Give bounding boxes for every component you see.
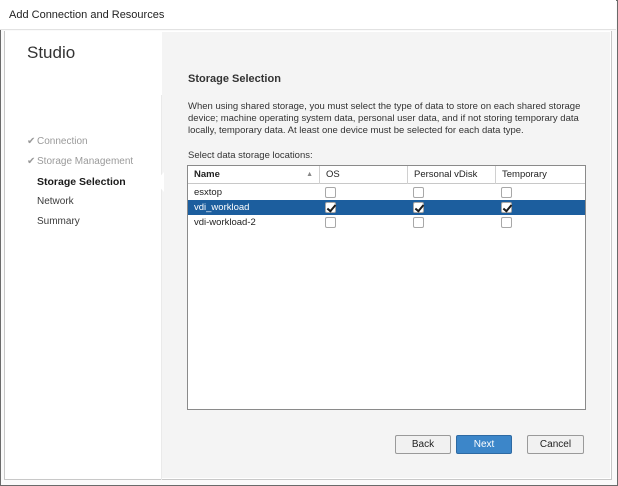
table-row[interactable]: vdi-workload-2 <box>188 215 585 230</box>
wizard-steps: ✔ Connection ✔ Storage Management Storag… <box>0 133 160 233</box>
next-button[interactable]: Next <box>456 435 512 454</box>
step-summary: Summary <box>0 213 160 233</box>
os-checkbox[interactable] <box>325 217 336 228</box>
step-storage-management: ✔ Storage Management <box>0 153 160 173</box>
table-row[interactable]: esxtop <box>188 185 585 200</box>
step-label: Summary <box>37 216 80 227</box>
app-title: Studio <box>27 43 76 62</box>
step-storage-selection: Storage Selection <box>0 173 160 193</box>
temporary-checkbox[interactable] <box>501 202 512 213</box>
sort-arrow-icon: ▲ <box>306 171 313 178</box>
wizard-sidebar <box>5 32 161 478</box>
step-connection: ✔ Connection <box>0 133 160 153</box>
grid-header: Name ▲ OS Personal vDisk Temporary <box>188 166 585 184</box>
storage-locations-grid[interactable]: Name ▲ OS Personal vDisk Temporary esxto… <box>187 165 586 410</box>
temporary-checkbox[interactable] <box>501 187 512 198</box>
row-name: vdi-workload-2 <box>194 217 256 228</box>
page-title: Storage Selection <box>188 73 281 85</box>
sidebar-divider <box>161 95 162 480</box>
step-label: Storage Management <box>37 156 134 167</box>
step-label: Connection <box>37 136 88 147</box>
page-description: When using shared storage, you must sele… <box>188 101 581 136</box>
step-label: Storage Selection <box>37 176 126 188</box>
column-header-personal-vdisk[interactable]: Personal vDisk <box>408 166 496 184</box>
cancel-button[interactable]: Cancel <box>527 435 584 454</box>
column-header-temporary[interactable]: Temporary <box>496 166 585 184</box>
window-title: Add Connection and Resources <box>0 0 616 30</box>
personal-vdisk-checkbox[interactable] <box>413 202 424 213</box>
step-network: Network <box>0 193 160 213</box>
step-label: Network <box>37 196 74 207</box>
row-name: esxtop <box>194 187 222 198</box>
grid-label: Select data storage locations: <box>188 150 313 161</box>
check-icon: ✔ <box>27 136 36 147</box>
column-header-name[interactable]: Name ▲ <box>188 166 320 184</box>
back-button[interactable]: Back <box>395 435 451 454</box>
temporary-checkbox[interactable] <box>501 217 512 228</box>
os-checkbox[interactable] <box>325 202 336 213</box>
personal-vdisk-checkbox[interactable] <box>413 217 424 228</box>
personal-vdisk-checkbox[interactable] <box>413 187 424 198</box>
table-row-selected[interactable]: vdi_workload <box>188 200 585 215</box>
column-header-os[interactable]: OS <box>320 166 408 184</box>
os-checkbox[interactable] <box>325 187 336 198</box>
check-icon: ✔ <box>27 156 36 167</box>
row-name: vdi_workload <box>194 202 250 213</box>
column-header-label: Name <box>194 169 220 180</box>
